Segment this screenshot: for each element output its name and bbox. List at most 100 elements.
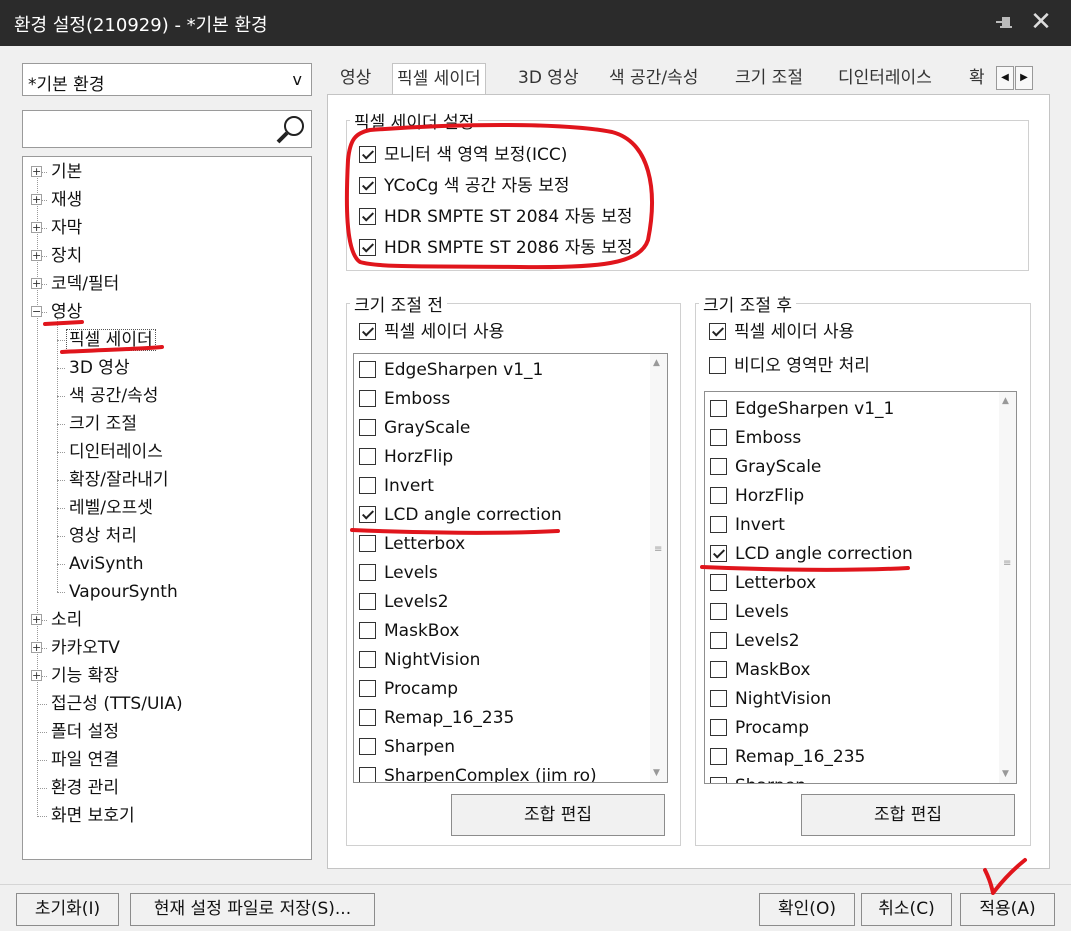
- ok-button[interactable]: 확인(O): [759, 893, 855, 926]
- tree-item[interactable]: 자막: [49, 214, 84, 242]
- post-video-only-checkbox[interactable]: 비디오 영역만 처리: [709, 355, 870, 377]
- checkbox-box[interactable]: [710, 487, 727, 504]
- pre-combine-edit-button[interactable]: 조합 편집: [451, 794, 665, 836]
- tree-child-item[interactable]: 레벨/오프셋: [67, 494, 155, 522]
- shader-list-item[interactable]: Sharpen: [710, 773, 806, 783]
- checkbox-box[interactable]: [710, 777, 727, 783]
- checkbox-box[interactable]: [359, 651, 376, 668]
- shader-setting-checkbox[interactable]: 모니터 색 영역 보정(ICC): [359, 144, 567, 166]
- checkbox-box[interactable]: [359, 564, 376, 581]
- checkbox-box[interactable]: [359, 506, 376, 523]
- shader-list-item[interactable]: Letterbox: [359, 531, 465, 557]
- shader-list-item[interactable]: Emboss: [359, 386, 450, 412]
- tree-child-item[interactable]: 색 공간/속성: [67, 382, 160, 410]
- tree-item[interactable]: 기본: [49, 158, 84, 186]
- checkbox-box[interactable]: [710, 632, 727, 649]
- checkbox-box[interactable]: [710, 400, 727, 417]
- tree-item[interactable]: 소리: [49, 606, 84, 634]
- shader-list-item[interactable]: NightVision: [710, 686, 831, 712]
- tree-item[interactable]: 기능 확장: [49, 662, 121, 690]
- shader-list-item[interactable]: Remap_16_235: [359, 705, 514, 731]
- checkbox-box[interactable]: [710, 719, 727, 736]
- shader-list-item[interactable]: LCD angle correction: [710, 541, 913, 567]
- expand-icon[interactable]: +: [31, 614, 42, 625]
- tree-item[interactable]: 영상: [49, 298, 84, 326]
- shader-list-item[interactable]: Procamp: [359, 676, 458, 702]
- tree-item[interactable]: 접근성 (TTS/UIA): [49, 690, 185, 718]
- checkbox-box[interactable]: [359, 709, 376, 726]
- checkbox-box[interactable]: [710, 458, 727, 475]
- shader-list-item[interactable]: Letterbox: [710, 570, 816, 596]
- checkbox-box[interactable]: [359, 680, 376, 697]
- post-shader-list[interactable]: ▲ ≡ ▼ EdgeSharpen v1_1 Emboss GrayScale Hor…: [704, 391, 1017, 784]
- checkbox-box[interactable]: [359, 208, 376, 225]
- checkbox-box[interactable]: [710, 429, 727, 446]
- expand-icon[interactable]: +: [31, 670, 42, 681]
- expand-icon[interactable]: +: [31, 222, 42, 233]
- tree-item[interactable]: 환경 관리: [49, 774, 121, 802]
- tree-item[interactable]: 화면 보호기: [49, 802, 137, 830]
- tree-child-item[interactable]: 3D 영상: [67, 354, 132, 382]
- shader-list-item[interactable]: MaskBox: [710, 657, 810, 683]
- checkbox-box[interactable]: [359, 767, 376, 782]
- shader-list-item[interactable]: EdgeSharpen v1_1: [359, 357, 543, 383]
- checkbox-box[interactable]: [359, 419, 376, 436]
- tab-next-arrow-icon[interactable]: ▶: [1015, 66, 1033, 90]
- pre-list-scrollbar[interactable]: ▲ ≡ ▼: [650, 354, 667, 782]
- checkbox-box[interactable]: [710, 516, 727, 533]
- shader-list-item[interactable]: MaskBox: [359, 618, 459, 644]
- checkbox-box[interactable]: [359, 177, 376, 194]
- tree-child-item[interactable]: 픽셀 세이더: [66, 326, 156, 354]
- checkbox-box[interactable]: [359, 738, 376, 755]
- shader-list-item[interactable]: NightVision: [359, 647, 480, 673]
- checkbox-box[interactable]: [710, 661, 727, 678]
- tree-child-item[interactable]: AviSynth: [67, 550, 145, 578]
- shader-list-item[interactable]: Levels: [359, 560, 438, 586]
- tree-child-item[interactable]: VapourSynth: [67, 578, 180, 606]
- reset-button[interactable]: 초기화(I): [16, 893, 119, 926]
- checkbox-box[interactable]: [710, 574, 727, 591]
- checkbox-box[interactable]: [710, 603, 727, 620]
- checkbox-box[interactable]: [359, 448, 376, 465]
- shader-list-item[interactable]: Emboss: [710, 425, 801, 451]
- tab-5[interactable]: 디인터레이스: [834, 63, 936, 95]
- shader-list-item[interactable]: EdgeSharpen v1_1: [710, 396, 894, 422]
- pin-icon[interactable]: [994, 12, 1016, 34]
- expand-icon[interactable]: +: [31, 166, 42, 177]
- shader-list-item[interactable]: Levels: [710, 599, 789, 625]
- post-use-shader-checkbox[interactable]: 픽셀 세이더 사용: [709, 321, 854, 343]
- shader-list-item[interactable]: Levels2: [710, 628, 800, 654]
- shader-list-item[interactable]: GrayScale: [359, 415, 470, 441]
- checkbox-box[interactable]: [710, 690, 727, 707]
- checkbox-box[interactable]: [710, 545, 727, 562]
- tab-3[interactable]: 색 공간/속성: [605, 63, 702, 95]
- shader-setting-checkbox[interactable]: HDR SMPTE ST 2084 자동 보정: [359, 206, 633, 228]
- checkbox-box[interactable]: [359, 593, 376, 610]
- checkbox-box[interactable]: [359, 535, 376, 552]
- tree-item[interactable]: 장치: [49, 242, 84, 270]
- preset-combo[interactable]: *기본 환경 v: [22, 63, 312, 96]
- shader-list-item[interactable]: Levels2: [359, 589, 449, 615]
- collapse-icon[interactable]: −: [31, 306, 42, 317]
- post-combine-edit-button[interactable]: 조합 편집: [801, 794, 1015, 836]
- search-input[interactable]: [22, 110, 312, 148]
- shader-list-item[interactable]: Invert: [359, 473, 434, 499]
- checkbox-box[interactable]: [359, 146, 376, 163]
- save-to-file-button[interactable]: 현재 설정 파일로 저장(S)...: [130, 893, 375, 926]
- pre-shader-list[interactable]: ▲ ≡ ▼ EdgeSharpen v1_1 Emboss GrayScale Hor…: [353, 353, 668, 783]
- expand-icon[interactable]: +: [31, 194, 42, 205]
- tab-0[interactable]: 영상: [336, 63, 375, 95]
- shader-list-item[interactable]: Invert: [710, 512, 785, 538]
- checkbox-box[interactable]: [709, 323, 726, 340]
- tree-item[interactable]: 재생: [49, 186, 84, 214]
- shader-list-item[interactable]: Sharpen: [359, 734, 455, 760]
- tree-child-item[interactable]: 크기 조절: [67, 410, 139, 438]
- shader-setting-checkbox[interactable]: YCoCg 색 공간 자동 보정: [359, 175, 569, 197]
- tab-4[interactable]: 크기 조절: [731, 63, 807, 95]
- settings-tree[interactable]: + 기본 + 재생 + 자막 + 장치 + 코덱/필터 − 영상 픽셀 세이더 3D 영상 색 공간/속성 크…: [22, 156, 312, 860]
- tree-child-item[interactable]: 디인터레이스: [67, 438, 165, 466]
- shader-list-item[interactable]: GrayScale: [710, 454, 821, 480]
- tab-1[interactable]: 픽셀 세이더: [392, 63, 486, 96]
- checkbox-box[interactable]: [359, 622, 376, 639]
- tree-item[interactable]: 코덱/필터: [49, 270, 121, 298]
